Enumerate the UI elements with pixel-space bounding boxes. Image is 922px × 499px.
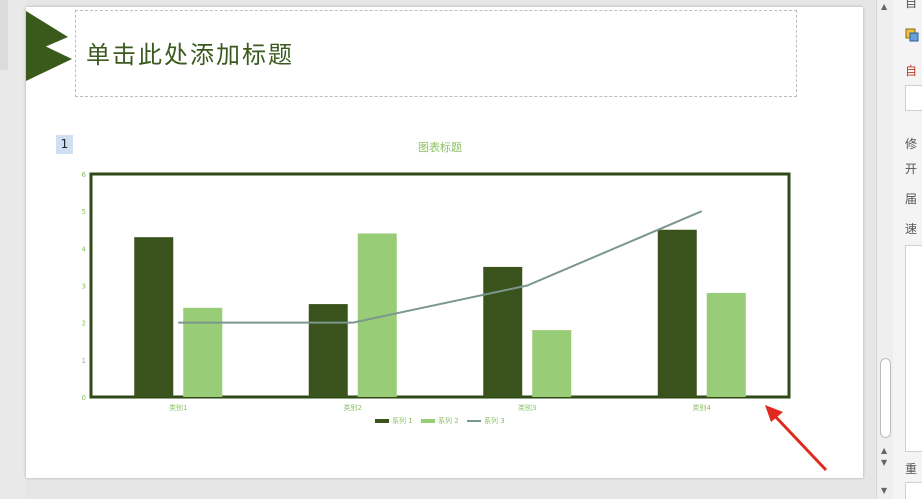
x-axis: 类别1 类别2 类别3 类别4 [169,403,711,412]
scrollbar-thumb[interactable] [880,358,891,438]
y-tick-label: 5 [82,208,86,216]
panel-label: 届 [905,192,918,206]
legend-label: 系列 1 [392,416,413,425]
x-tick-label: 类别1 [169,403,187,412]
y-tick-label: 3 [82,283,86,291]
bar-2-类别4 [706,292,746,397]
title-placeholder[interactable]: 单击此处添加标题 [75,10,797,97]
right-task-panel[interactable]: 自 自 修 开 届 速 重 [893,0,922,499]
x-tick-label: 类别2 [344,403,362,412]
line-series-group [178,210,703,324]
scroll-down-arrow-icon[interactable]: ▼ [881,486,887,495]
bar-1-类别3 [483,266,523,397]
scroll-up-arrow-icon[interactable]: ▲ [881,2,887,11]
panel-label: 开 [905,162,918,176]
chart-title: 图表标题 [418,140,462,154]
legend-swatch [421,419,435,423]
line-series-3 [178,210,703,324]
slide-canvas[interactable]: 单击此处添加标题 1 图表标题 0 1 2 3 4 5 6 类别1 类别2 类别3 类别4 系列 … [26,7,863,478]
panel-label: 自 [905,0,918,10]
vertical-scrollbar[interactable]: ▲ ▲ ▼ ▼ [876,0,894,499]
legend-label: 系列 3 [484,416,505,425]
panel-label: 自 [905,64,918,78]
bars-group [134,229,746,397]
red-arrow-annotation-icon [765,405,828,472]
bar-1-类别1 [134,237,174,397]
scroll-page-down-icon[interactable]: ▼ [881,458,887,467]
chart[interactable]: 图表标题 0 1 2 3 4 5 6 类别1 类别2 类别3 类别4 系列 1 系列 2 系列 3 [76,137,806,432]
animation-list-box[interactable] [905,245,922,452]
y-tick-label: 6 [82,171,87,179]
panel-label: 修 [905,137,918,151]
x-tick-label: 类别3 [518,403,536,412]
y-axis: 0 1 2 3 4 5 6 [82,171,87,402]
legend-label: 系列 2 [438,416,459,425]
bar-1-类别2 [308,304,348,397]
thumbnail-edge [0,0,8,70]
legend-swatch [375,419,389,423]
scroll-page-up-icon[interactable]: ▲ [881,446,887,455]
bar-2-类别3 [532,330,572,397]
y-tick-label: 4 [82,245,87,253]
title-placeholder-text: 单击此处添加标题 [86,41,294,69]
triangle-logo-icon [26,11,72,81]
y-tick-label: 2 [82,320,86,328]
chart-legend: 系列 1 系列 2 系列 3 [375,416,505,425]
panel-label: 重 [905,462,918,476]
bar-2-类别1 [183,307,223,397]
slide-number-badge: 1 [56,135,73,154]
y-tick-label: 1 [82,357,86,365]
x-tick-label: 类别4 [693,403,712,412]
panel-label: 速 [905,222,918,236]
bar-1-类别4 [657,229,697,397]
panel-bottom-field[interactable] [905,482,922,499]
slide-thumbnail-strip[interactable] [0,0,26,499]
panel-input[interactable] [905,85,922,111]
animation-effect-icon[interactable] [905,28,919,42]
y-tick-label: 0 [82,394,86,402]
